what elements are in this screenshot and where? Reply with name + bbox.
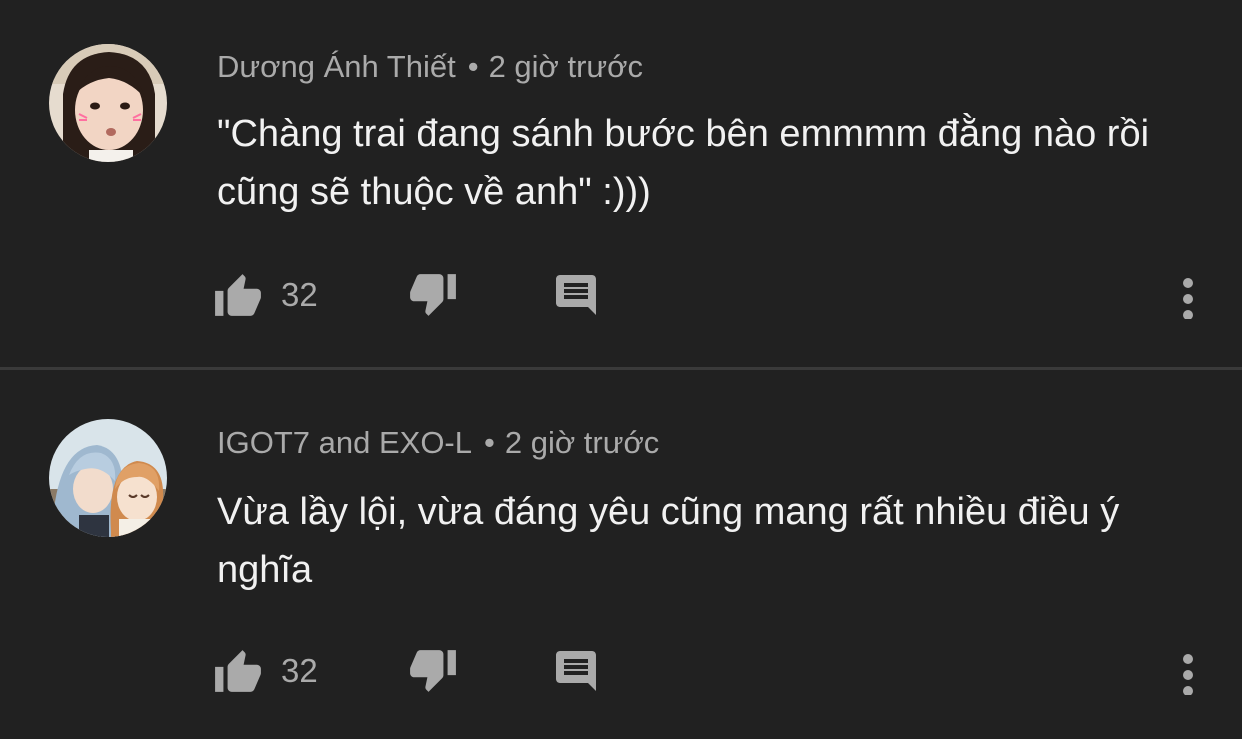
- avatar[interactable]: [49, 44, 167, 162]
- like-button[interactable]: 32: [213, 265, 318, 325]
- comment-item: Dương Ánh Thiết • 2 giờ trước "Chàng trai …: [0, 0, 1242, 368]
- comment-text: "Chàng trai đang sánh bước bên emmmm đằn…: [217, 113, 1150, 213]
- thumbs-down-icon: [410, 650, 456, 692]
- comment-meta: IGOT7 and EXO-L • 2 giờ trước: [217, 425, 659, 461]
- more-vert-icon: [1183, 278, 1193, 319]
- comment-item: IGOT7 and EXO-L • 2 giờ trước Vừa lầy lội,…: [0, 371, 1242, 739]
- comment-actions: 32: [0, 641, 1242, 701]
- reply-button[interactable]: [552, 641, 600, 701]
- author-name[interactable]: IGOT7 and EXO-L: [217, 425, 472, 460]
- more-options-button[interactable]: [1168, 641, 1208, 701]
- comment-actions: 32: [0, 265, 1242, 325]
- girl-selfie-avatar-icon: [49, 44, 167, 162]
- like-count: 32: [281, 276, 318, 313]
- reply-button[interactable]: [552, 265, 600, 325]
- like-button[interactable]: 32: [213, 641, 318, 701]
- meta-separator: •: [467, 49, 479, 84]
- dislike-button[interactable]: [408, 265, 458, 325]
- reply-comment-icon: [556, 651, 596, 691]
- meta-separator: •: [484, 425, 495, 460]
- comment-time: 2 giờ trước: [488, 49, 644, 84]
- comment-text: Vừa lầy lội, vừa đáng yêu cũng mang rất …: [217, 491, 1120, 591]
- thumbs-down-icon: [410, 274, 456, 316]
- anime-couple-avatar-icon: [49, 419, 167, 537]
- comment-time: 2 giờ trước: [504, 425, 660, 460]
- author-name[interactable]: Dương Ánh Thiết: [217, 49, 456, 84]
- comment-divider: [0, 367, 1242, 370]
- comment-meta: Dương Ánh Thiết • 2 giờ trước: [217, 49, 643, 85]
- like-count: 32: [281, 652, 318, 689]
- more-vert-icon: [1183, 654, 1193, 695]
- more-options-button[interactable]: [1168, 265, 1208, 325]
- avatar[interactable]: [49, 419, 167, 537]
- thumbs-up-icon: [215, 650, 261, 692]
- reply-comment-icon: [556, 275, 596, 315]
- thumbs-up-icon: [215, 274, 261, 316]
- dislike-button[interactable]: [408, 641, 458, 701]
